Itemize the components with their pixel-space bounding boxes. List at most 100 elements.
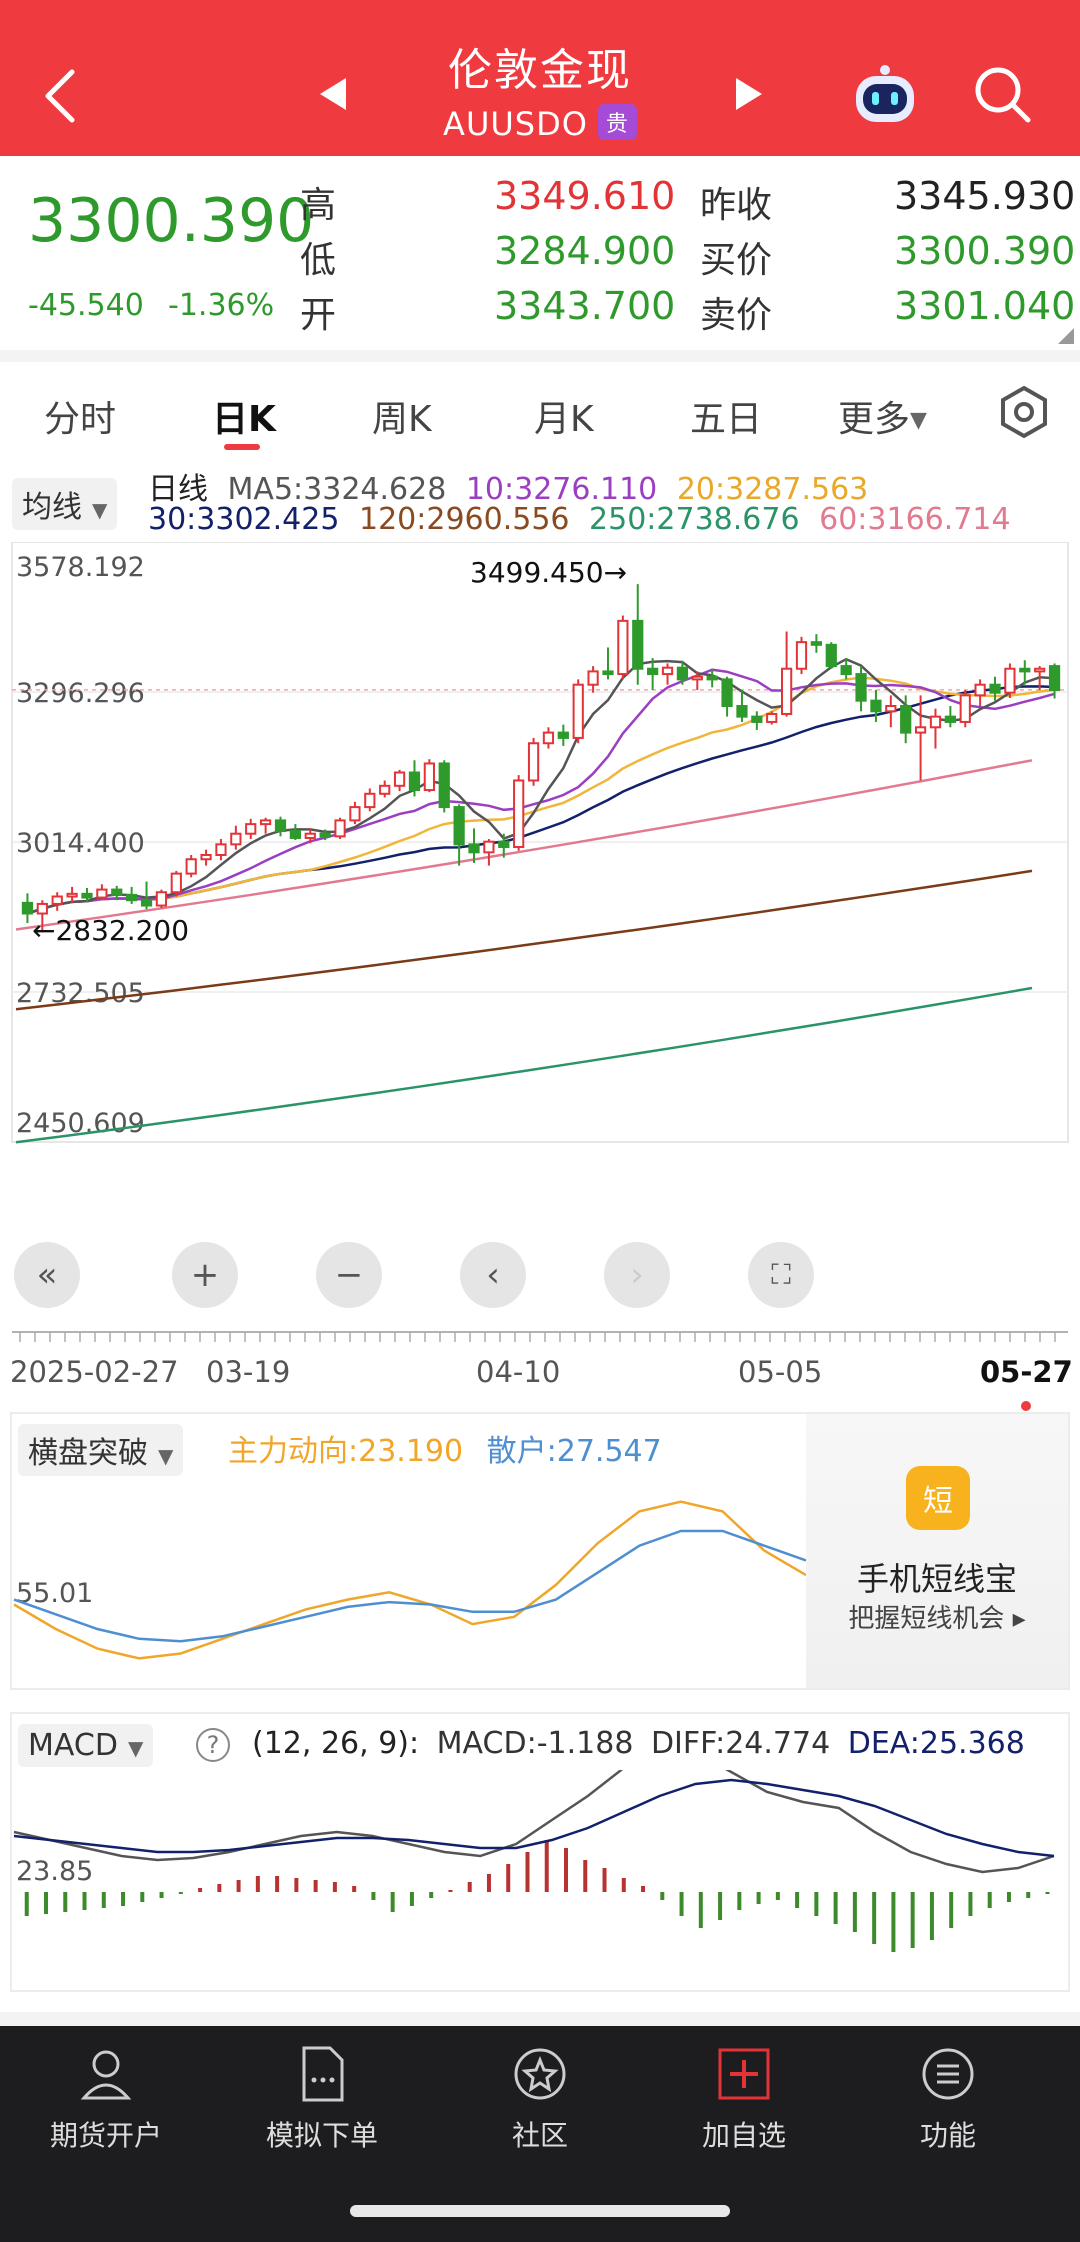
candle-up [170,872,182,894]
zoom-in-button[interactable]: + [172,1242,238,1308]
retail-line [13,1529,807,1643]
candle-up [691,675,703,681]
bid-value: 3300.390 [894,229,1076,273]
candle-up [364,792,376,809]
candlestick-chart[interactable]: 3578.1923296.2963014.4002732.5052450.609… [0,542,1080,1162]
macd-bar-positive [583,1860,588,1892]
nav-functions[interactable]: 功能 [868,2044,1028,2154]
candle-up [1034,667,1046,673]
low-annotation: ←2832.200 [32,914,189,947]
macd-bar-negative [987,1892,992,1908]
symbol-text: AUUSDO [443,105,588,143]
robot-assistant-icon[interactable] [848,62,922,128]
candle-down [855,673,867,702]
tab-weekly-k[interactable]: 周K [372,390,432,442]
ask-value: 3301.040 [894,284,1076,328]
candle-up [617,619,629,676]
low-label: 低 [300,240,337,281]
ma30-value: 30:3302.425 [148,502,340,537]
candle-up [200,853,212,861]
plus-icon [718,2048,770,2100]
scroll-left-button[interactable]: ‹ [460,1242,526,1308]
ma250-value: 250:2738.676 [589,502,800,537]
retail-label: 散户:27.547 [486,1434,662,1469]
indicator-selector-macd[interactable]: MACD ▼ [18,1724,154,1767]
candle-up [349,806,361,822]
macd-bar-negative [409,1892,414,1906]
tab-intraday[interactable]: 分时 [44,390,116,442]
candle-up [423,762,435,792]
candle-down [900,704,912,734]
scroll-right-button[interactable]: › [604,1242,670,1308]
ma-selector[interactable]: 均线 ▼ [12,478,118,530]
dropdown-icon: ▼ [158,1444,174,1468]
diff-line [13,1770,1055,1874]
macd-bar-negative [891,1892,896,1952]
macd-bar-positive [255,1876,260,1892]
main-force-label: 主力动向:23.190 [228,1434,464,1469]
macd-bar-negative [756,1892,761,1904]
macd-bar-negative [949,1892,954,1928]
macd-params: (12, 26, 9): [252,1726,420,1761]
macd-bar-positive [294,1878,299,1892]
macd-bar-negative [178,1892,183,1894]
candle-up [51,895,63,905]
ask-label: 卖价 [700,295,773,336]
chart-settings-icon[interactable] [996,384,1052,440]
price-change: -45.540 [28,288,144,323]
candle-down [126,893,138,902]
fullscreen-button[interactable]: ⛶ [748,1242,814,1308]
candle-up [66,892,78,898]
macd-bar-positive [525,1852,530,1892]
macd-bar-negative [140,1892,145,1902]
nav-open-account[interactable]: 期货开户 [26,2044,186,2154]
x-tick-label: 2025-02-27 [10,1355,179,1389]
breakout-indicator-chart: 55.01 [13,1500,807,1660]
macd-bar-positive [621,1878,626,1892]
fullscreen-icon: ⛶ [771,1258,791,1291]
candle-down [751,715,763,723]
search-icon[interactable] [970,62,1034,126]
tab-daily-k[interactable]: 日K [212,390,276,442]
quote-panel: 3300.390 -45.540 -1.36% 高 低 开 3349.610 3… [0,156,1080,350]
tab-more[interactable]: 更多▼ [838,390,927,442]
high-label: 高 [300,185,337,226]
candle-up [914,726,927,734]
indicator-selector-breakout[interactable]: 横盘突破 ▼ [18,1424,184,1476]
candle-down [498,840,510,849]
open-label: 开 [300,295,337,336]
candle-down [632,619,644,670]
candle-down [319,832,331,838]
candle-up [230,832,242,846]
macd-bar-negative [371,1892,376,1900]
macd-bar-negative [929,1892,934,1940]
home-indicator [350,2205,730,2217]
nav-add-watchlist[interactable]: 加自选 [664,2044,824,2154]
person-icon [80,2050,132,2100]
indicator-name: 横盘突破 [28,1436,148,1471]
macd-bar-negative [82,1892,87,1910]
short-line-promo[interactable]: 短 手机短线宝 把握短线机会 ▸ [806,1414,1068,1688]
corner-indicator-icon [1058,328,1074,344]
macd-bar-negative [795,1892,800,1908]
candle-down [1048,665,1061,692]
y-tick-label: 3578.192 [16,552,145,583]
macd-bar-negative [833,1892,838,1924]
candle-down [721,678,733,707]
help-icon[interactable]: ? [196,1728,230,1762]
candle-up [304,832,316,839]
dropdown-icon: ▼ [92,498,108,522]
next-symbol-icon[interactable] [734,74,764,114]
macd-bar-negative [775,1892,780,1900]
nav-community[interactable]: 社区 [460,2044,620,2154]
macd-bar-positive [544,1840,549,1892]
macd-bar-negative [159,1892,164,1898]
current-date-dot [1021,1401,1031,1411]
tab-five-day[interactable]: 五日 [690,390,762,442]
candle-up [1004,667,1016,694]
y-tick-label: 3296.296 [16,678,145,709]
tab-monthly-k[interactable]: 月K [534,390,594,442]
zoom-out-button[interactable]: − [316,1242,382,1308]
nav-simulated-order[interactable]: 模拟下单 [242,2044,402,2154]
zoom-out-far-button[interactable]: « [14,1242,80,1308]
